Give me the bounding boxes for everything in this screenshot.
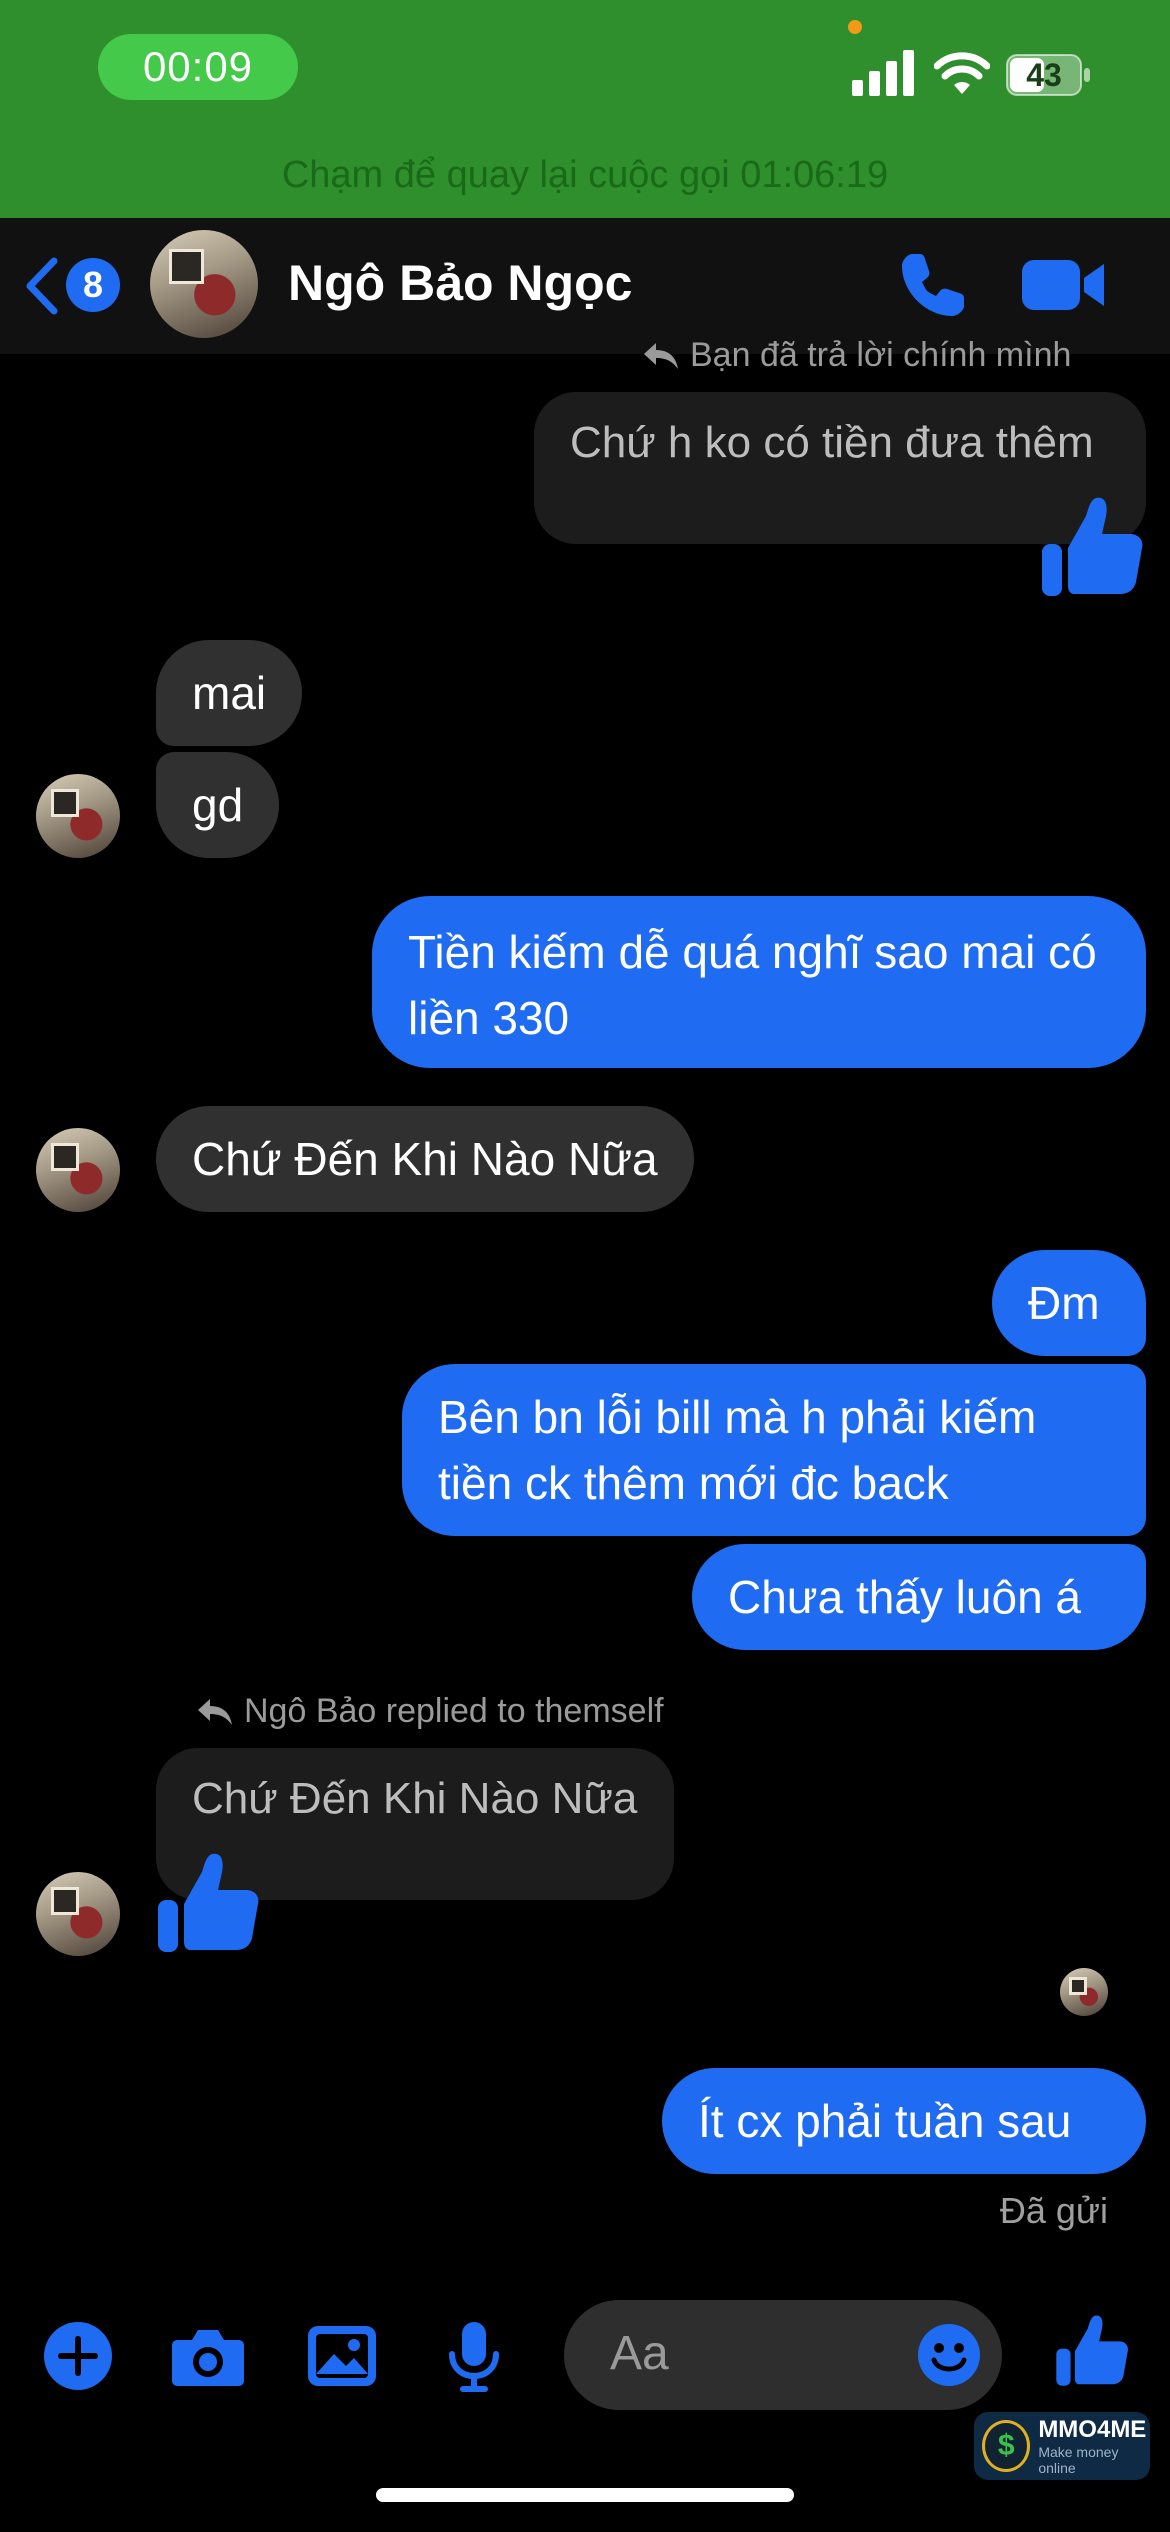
message-bubble-incoming[interactable]: Chứ Đến Khi Nào Nữa xyxy=(156,1106,694,1212)
contact-name[interactable]: Ngô Bảo Ngọc xyxy=(288,254,632,312)
dollar-icon: $ xyxy=(982,2420,1031,2472)
message-bubble-outgoing[interactable]: Ít cx phải tuần sau xyxy=(662,2068,1146,2174)
reply-indicator: Ngô Bảo replied to themself xyxy=(196,1692,664,1731)
contact-avatar[interactable] xyxy=(150,230,258,338)
cellular-signal-icon xyxy=(852,50,914,96)
reply-arrow-icon xyxy=(644,342,678,369)
call-banner-text[interactable]: Chạm để quay lại cuộc gọi 01:06:19 xyxy=(0,154,1170,197)
video-call-icon[interactable] xyxy=(1022,256,1106,314)
message-text: mai xyxy=(192,667,267,719)
message-text: Bên bn lỗi bill mà h phải kiếm tiền ck t… xyxy=(438,1391,1037,1509)
mic-indicator-dot xyxy=(848,20,862,34)
delivery-status: Đã gửi xyxy=(999,2190,1108,2231)
message-bubble-incoming[interactable]: gd xyxy=(156,752,280,858)
plus-icon[interactable] xyxy=(40,2318,116,2394)
message-bubble-outgoing[interactable]: Tiền kiếm dễ quá nghĩ sao mai có liền 33… xyxy=(372,896,1146,1068)
sender-avatar[interactable] xyxy=(36,774,120,858)
emoji-icon[interactable] xyxy=(916,2322,982,2388)
home-indicator[interactable] xyxy=(376,2488,794,2502)
message-text: Chứ h ko có tiền đưa thêm xyxy=(570,418,1094,467)
message-text: Ít cx phải tuần sau xyxy=(698,2095,1072,2147)
message-input[interactable]: Aa xyxy=(564,2300,1002,2410)
like-reaction-icon[interactable] xyxy=(1036,490,1148,602)
sender-avatar[interactable] xyxy=(36,1872,120,1956)
reply-label-text: Bạn đã trả lời chính mình xyxy=(690,336,1072,374)
message-text: Tiền kiếm dễ quá nghĩ sao mai có liền 33… xyxy=(408,926,1097,1044)
microphone-icon[interactable] xyxy=(436,2318,512,2394)
message-text: gd xyxy=(192,779,244,831)
message-bubble-outgoing[interactable]: Bên bn lỗi bill mà h phải kiếm tiền ck t… xyxy=(402,1364,1146,1536)
battery-level: 43 xyxy=(1026,56,1062,93)
wifi-icon xyxy=(934,52,990,94)
reply-arrow-icon xyxy=(198,1698,232,1725)
message-bubble-incoming[interactable]: mai xyxy=(156,640,303,746)
watermark-logo: $ MMO4ME Make money online xyxy=(974,2412,1150,2480)
message-input-placeholder: Aa xyxy=(610,2327,669,2380)
like-send-icon[interactable] xyxy=(1052,2310,1132,2390)
gallery-icon[interactable] xyxy=(304,2318,380,2394)
watermark-title: MMO4ME xyxy=(1038,2416,1147,2443)
chat-header: 8 Ngô Bảo Ngọc xyxy=(0,218,1170,354)
message-text: Chứ Đến Khi Nào Nữa xyxy=(192,1774,638,1823)
message-bubble-outgoing[interactable]: Chưa thấy luôn á xyxy=(692,1544,1146,1650)
like-reaction-icon[interactable] xyxy=(152,1846,264,1958)
reply-label-text: Ngô Bảo replied to themself xyxy=(244,1692,664,1730)
chevron-left-icon xyxy=(26,257,58,315)
camera-icon[interactable] xyxy=(170,2318,246,2394)
message-composer: Aa xyxy=(0,2280,1170,2420)
reply-indicator: Bạn đã trả lời chính mình xyxy=(642,336,1071,375)
status-time: 00:09 xyxy=(98,34,298,100)
phone-call-icon[interactable] xyxy=(898,250,968,320)
seen-by-avatar xyxy=(1060,1968,1108,2016)
message-bubble-outgoing[interactable]: Đm xyxy=(992,1250,1146,1356)
message-text: Chưa thấy luôn á xyxy=(728,1571,1082,1623)
sender-avatar[interactable] xyxy=(36,1128,120,1212)
call-banner[interactable]: 00:09 43 Chạm để quay lại cuộc gọi 01:06… xyxy=(0,0,1170,218)
back-button[interactable]: 8 xyxy=(24,254,124,318)
message-text: Đm xyxy=(1028,1277,1100,1329)
message-text: Chứ Đến Khi Nào Nữa xyxy=(192,1133,658,1185)
watermark-subtitle: Make money online xyxy=(1038,2444,1119,2476)
unread-count-badge: 8 xyxy=(66,258,120,312)
